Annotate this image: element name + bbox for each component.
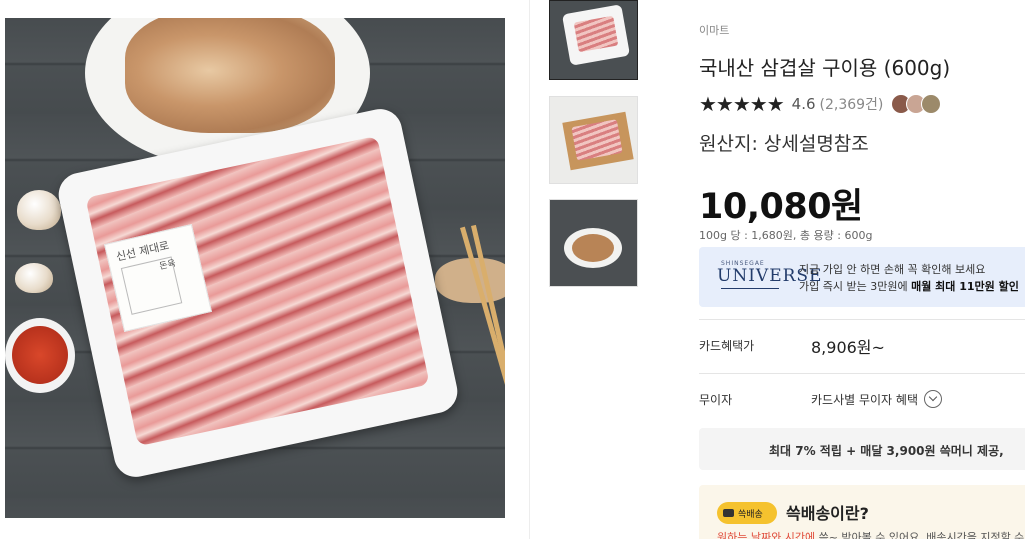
reward-banner[interactable]: 최대 7% 적립 + 매달 3,900원 쓱머니 제공, — [699, 428, 1025, 470]
thumbnail-2[interactable] — [549, 96, 638, 184]
unit-price: 100g 당 : 1,680원, 총 용량 : 600g — [699, 229, 873, 242]
thumbnail-1[interactable] — [549, 0, 638, 80]
review-count[interactable]: (2,369건) — [820, 94, 884, 114]
ssg-delivery-title: 쓱배송이란? — [786, 504, 869, 523]
reviewer-avatars[interactable] — [891, 94, 942, 114]
ssg-delivery-badge: 쓱배송 — [717, 502, 777, 524]
main-product-image: 신선 제대로 돈육 — [5, 18, 505, 518]
ssg-delivery-box[interactable]: 쓱배송 쓱배송이란? 원하는 날짜와 시간에 쓱~ 받아볼 수 있어요. 배송시… — [699, 485, 1025, 539]
avatar — [921, 94, 942, 114]
divider — [699, 373, 1025, 374]
reward-text: 최대 7% 적립 + 매달 3,900원 쓱머니 제공, — [769, 444, 1004, 458]
product-title: 국내산 삼겹살 구이용 (600g) — [699, 56, 951, 80]
origin-info: 원산지: 상세설명참조 — [699, 133, 869, 155]
star-rating-icon: ★★★★★ — [699, 92, 785, 116]
card-benefit-label: 카드혜택가 — [699, 339, 755, 353]
installment-toggle[interactable]: 카드사별 무이자 혜택 — [811, 390, 942, 408]
price: 10,080원 — [699, 187, 863, 227]
truck-icon — [723, 509, 734, 517]
installment-value: 카드사별 무이자 혜택 — [811, 392, 918, 407]
ssg-badge-label: 쓱배송 — [738, 509, 763, 520]
divider — [699, 319, 1025, 320]
garlic — [15, 263, 53, 293]
garlic — [17, 190, 61, 230]
rating-row[interactable]: ★★★★★ 4.6 (2,369건) — [699, 92, 942, 116]
grilled-pork — [125, 18, 335, 133]
universe-line1: 지금 가입 안 하면 손해 꼭 확인해 보세요 — [799, 263, 986, 276]
installment-label: 무이자 — [699, 393, 733, 407]
seller-name[interactable]: 이마트 — [699, 22, 729, 38]
universe-banner[interactable]: SHINSEGAE UNIVERSE 지금 가입 안 하면 손해 꼭 확인해 보… — [699, 247, 1025, 307]
chevron-down-icon[interactable] — [924, 390, 942, 408]
card-benefit-price: 8,906원~ — [811, 338, 885, 357]
ssg-delivery-desc: 원하는 날짜와 시간에 쓱~ 받아볼 수 있어요. 배송시간을 지정할 수 — [717, 531, 1025, 539]
sauce-bowl — [5, 318, 75, 393]
divider — [529, 0, 530, 539]
thumbnail-3[interactable] — [549, 199, 638, 287]
rating-score: 4.6 — [791, 95, 816, 113]
universe-line2: 가입 즉시 받는 3만원에 매월 최대 11만원 할인 — [799, 280, 1019, 293]
chopstick — [460, 226, 505, 397]
